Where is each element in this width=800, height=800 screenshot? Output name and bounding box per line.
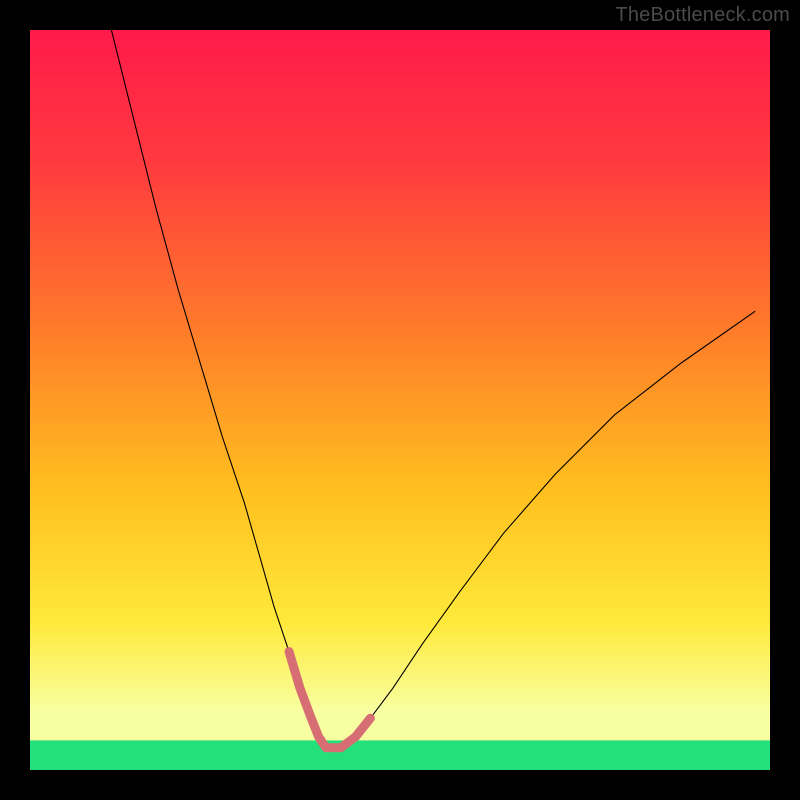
watermark-text: TheBottleneck.com [615,4,790,27]
chart-svg [30,30,770,770]
gradient-background [30,30,770,770]
plot-area [30,30,770,770]
chart-frame: TheBottleneck.com [0,0,800,800]
green-band [30,740,770,770]
